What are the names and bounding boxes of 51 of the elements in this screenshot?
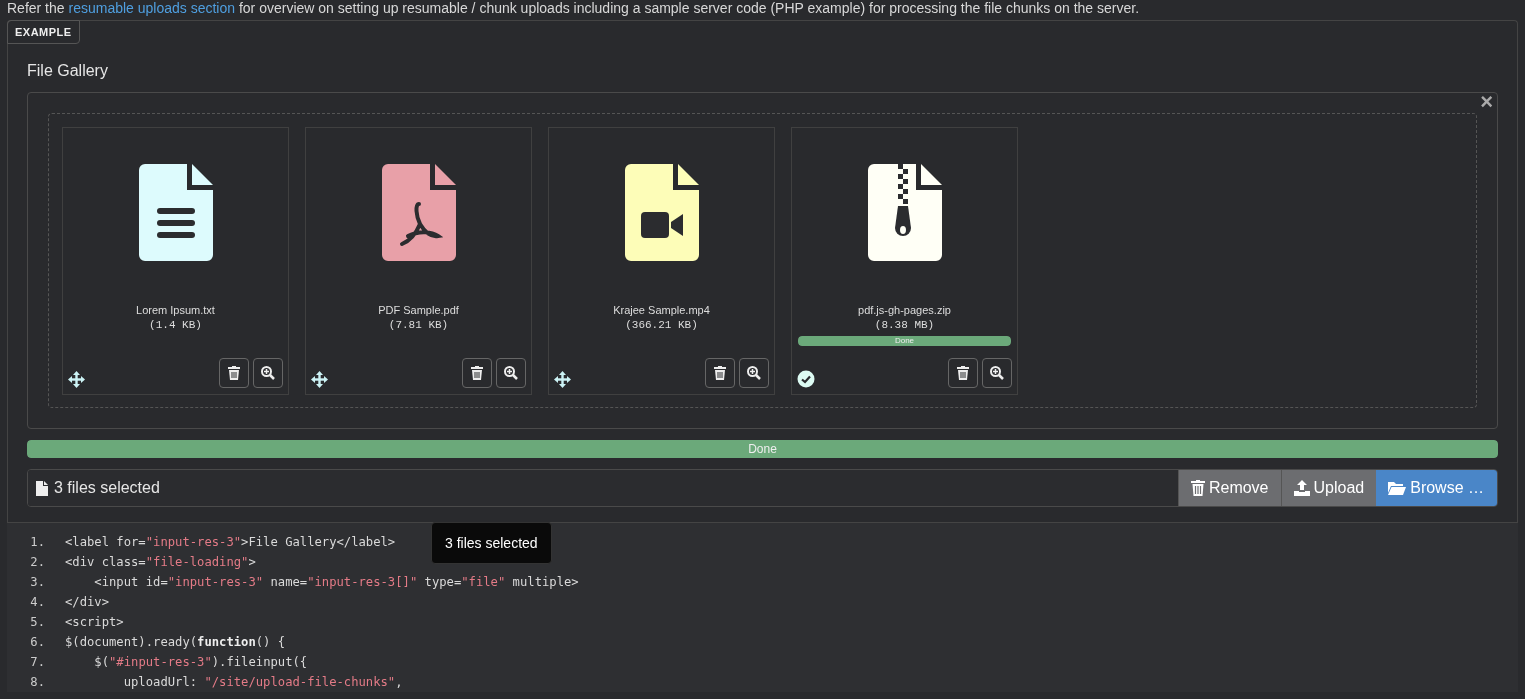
- close-button[interactable]: ×: [1480, 89, 1493, 115]
- file-size: (366.21 KB): [625, 319, 698, 331]
- move-icon[interactable]: [68, 371, 85, 388]
- field-label: File Gallery: [27, 61, 108, 80]
- code-line: <label for="input-res-3">File Gallery</label>: [65, 535, 396, 549]
- tooltip: 3 files selected: [431, 522, 552, 564]
- zoom-in-icon: [261, 366, 275, 380]
- example-tab-label: EXAMPLE: [7, 20, 80, 44]
- zoom-button[interactable]: [739, 358, 769, 388]
- file-progress-fill: Done: [798, 336, 1011, 346]
- line-number: 2.: [29, 555, 46, 569]
- resumable-uploads-link[interactable]: resumable uploads section: [68, 0, 236, 16]
- file-name: Krajee Sample.mp4: [613, 304, 710, 316]
- line-number: 7.: [29, 655, 46, 669]
- delete-button[interactable]: [948, 358, 978, 388]
- file-name: pdf.js-gh-pages.zip: [858, 304, 951, 316]
- move-icon[interactable]: [311, 371, 328, 388]
- code-line: </div>: [65, 595, 110, 609]
- move-icon[interactable]: [554, 371, 571, 388]
- zoom-button[interactable]: [253, 358, 283, 388]
- code-line: uploadUrl: "/site/upload-file-chunks",: [122, 675, 403, 689]
- trash-icon: [228, 366, 240, 380]
- code-line: $("#input-res-3").fileinput({: [93, 655, 308, 669]
- line-number: 4.: [29, 595, 46, 609]
- code-line: <div class="file-loading">: [65, 555, 256, 569]
- code-line: $(document).ready(function() {: [65, 635, 286, 649]
- file-name: Lorem Ipsum.txt: [136, 304, 215, 316]
- line-number: 3.: [29, 575, 46, 589]
- line-number: 5.: [29, 615, 46, 629]
- file-name: PDF Sample.pdf: [378, 304, 459, 316]
- trash-icon: [714, 366, 726, 380]
- trash-icon: [957, 366, 969, 380]
- line-number: 1.: [29, 535, 46, 549]
- code-line: <input id="input-res-3" name="input-res-3[]" type="file" multiple>: [93, 575, 579, 589]
- intro-text: Refer the resumable uploads section for overview on setting up resumable / chunk uploads including a sample server code (PHP example) for processing the file chunks on the server.: [6, 0, 1140, 16]
- progress-fill: Done: [27, 440, 1498, 458]
- trash-icon: [471, 366, 483, 380]
- code-line: <script>: [65, 615, 124, 629]
- delete-button[interactable]: [219, 358, 249, 388]
- delete-button[interactable]: [705, 358, 735, 388]
- zoom-in-icon: [747, 366, 761, 380]
- zoom-button[interactable]: [982, 358, 1012, 388]
- file-size: (8.38 MB): [874, 319, 935, 331]
- line-number: 6.: [29, 635, 46, 649]
- delete-button[interactable]: [462, 358, 492, 388]
- zoom-button[interactable]: [496, 358, 526, 388]
- file-size: (1.4 KB): [149, 319, 202, 331]
- zoom-in-icon: [990, 366, 1004, 380]
- file-size: (7.81 KB): [388, 319, 449, 331]
- line-number: 8.: [29, 675, 46, 689]
- zoom-in-icon: [504, 366, 518, 380]
